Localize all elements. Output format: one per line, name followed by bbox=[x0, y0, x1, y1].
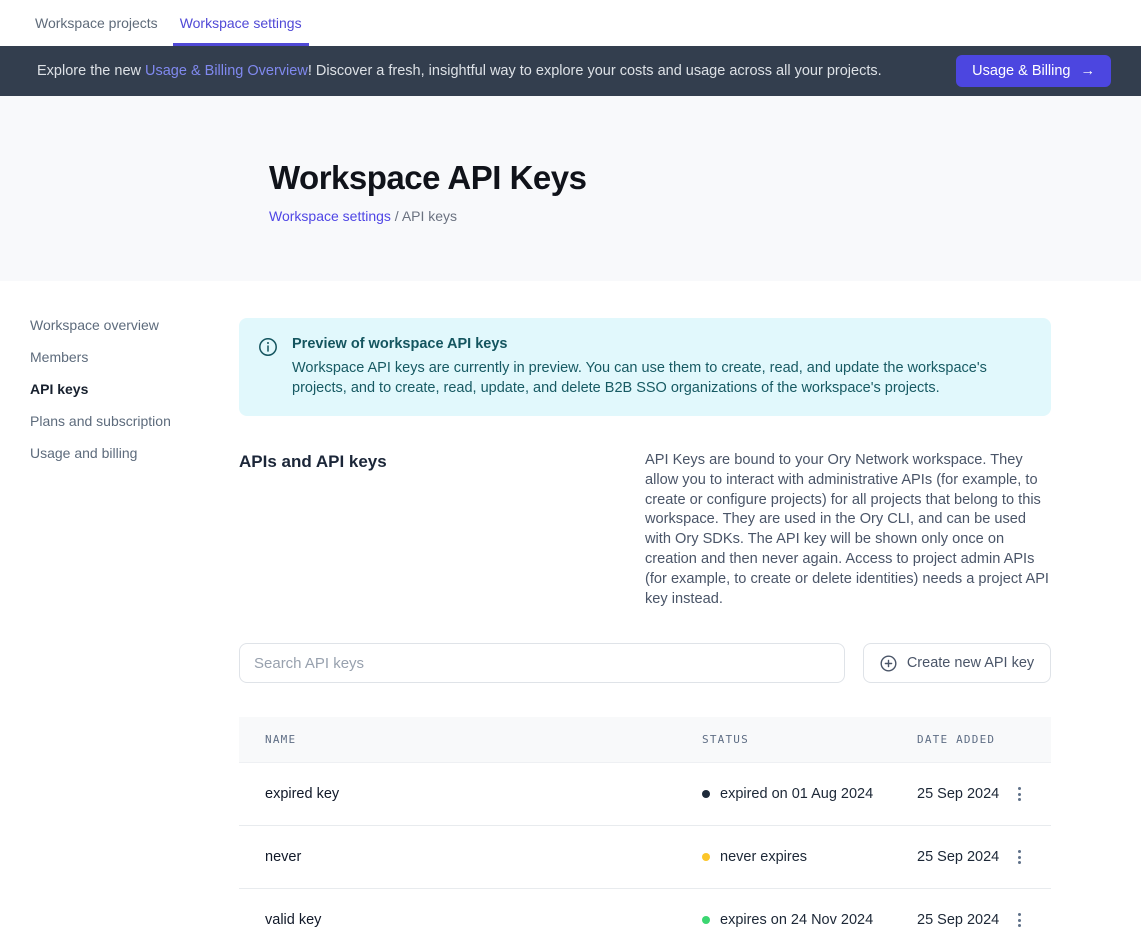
api-key-date-added: 25 Sep 2024 bbox=[917, 912, 1007, 928]
sidebar-item-workspace-overview[interactable]: Workspace overview bbox=[30, 318, 239, 332]
api-keys-table-body: expired key expired on 01 Aug 2024 25 Sep … bbox=[239, 763, 1051, 940]
preview-callout-body: Workspace API keys are currently in prev… bbox=[292, 358, 1027, 398]
section-description: API Keys are bound to your Ory Network w… bbox=[645, 451, 1051, 609]
announcement-banner: Explore the new Usage & Billing Overview… bbox=[0, 46, 1141, 96]
content-area: Workspace overview Members API keys Plans a… bbox=[0, 281, 1141, 940]
status-label: expired on 01 Aug 2024 bbox=[720, 786, 873, 802]
status-dot-icon bbox=[702, 853, 710, 861]
breadcrumb-separator: / bbox=[391, 208, 402, 224]
api-key-name: valid key bbox=[265, 912, 702, 928]
api-keys-toolbar: Create new API key bbox=[239, 643, 1051, 683]
breadcrumb-current: API keys bbox=[402, 208, 457, 224]
usage-billing-button-label: Usage & Billing bbox=[972, 63, 1070, 79]
arrow-right-icon: → bbox=[1081, 63, 1096, 79]
tab-workspace-projects[interactable]: Workspace projects bbox=[28, 2, 165, 46]
api-key-date-added: 25 Sep 2024 bbox=[917, 786, 1007, 802]
sidebar-item-api-keys[interactable]: API keys bbox=[30, 382, 239, 396]
breadcrumb-workspace-settings-link[interactable]: Workspace settings bbox=[269, 208, 391, 224]
api-key-status: expired on 01 Aug 2024 bbox=[702, 786, 917, 802]
api-keys-table-header: NAMESTATUSDATE ADDED bbox=[239, 717, 1051, 763]
page-title: Workspace API Keys bbox=[269, 159, 1141, 197]
table-row: valid key expires on 24 Nov 2024 25 Sep 20… bbox=[239, 889, 1051, 940]
api-keys-section: APIs and API keys API Keys are bound to … bbox=[239, 451, 1051, 609]
api-key-name: expired key bbox=[265, 786, 702, 802]
sidebar-item-plans-and-subscription[interactable]: Plans and subscription bbox=[30, 414, 239, 428]
settings-sidebar: Workspace overview Members API keys Plans a… bbox=[0, 318, 239, 940]
info-icon bbox=[258, 337, 278, 398]
table-row: never never expires 25 Sep 2024 bbox=[239, 826, 1051, 889]
api-key-date-added: 25 Sep 2024 bbox=[917, 849, 1007, 865]
api-key-status: expires on 24 Nov 2024 bbox=[702, 912, 917, 928]
column-header-status: STATUS bbox=[702, 733, 917, 746]
api-key-status: never expires bbox=[702, 849, 917, 865]
status-label: expires on 24 Nov 2024 bbox=[720, 912, 873, 928]
table-row: expired key expired on 01 Aug 2024 25 Sep … bbox=[239, 763, 1051, 826]
page-header: Workspace API Keys Workspace settings / … bbox=[0, 96, 1141, 281]
banner-usage-billing-link[interactable]: Usage & Billing Overview bbox=[145, 63, 308, 79]
row-actions-menu-icon[interactable] bbox=[1007, 779, 1031, 809]
column-header-name: NAME bbox=[265, 733, 702, 746]
sidebar-item-members[interactable]: Members bbox=[30, 350, 239, 364]
banner-message: Explore the new Usage & Billing Overview… bbox=[37, 63, 956, 79]
create-api-key-button-label: Create new API key bbox=[907, 655, 1034, 671]
search-input[interactable] bbox=[239, 643, 845, 683]
row-actions-menu-icon[interactable] bbox=[1007, 842, 1031, 872]
section-heading: APIs and API keys bbox=[239, 451, 645, 609]
sidebar-item-usage-and-billing[interactable]: Usage and billing bbox=[30, 446, 239, 460]
api-keys-table: NAMESTATUSDATE ADDED expired keyexpired … bbox=[239, 717, 1051, 940]
plus-circle-icon bbox=[880, 655, 897, 672]
main-panel: Preview of workspace API keys Workspace … bbox=[239, 318, 1081, 940]
row-actions-menu-icon[interactable] bbox=[1007, 905, 1031, 935]
status-dot-icon bbox=[702, 916, 710, 924]
banner-text-after: ! Discover a fresh, insightful way to ex… bbox=[308, 63, 882, 79]
status-dot-icon bbox=[702, 790, 710, 798]
preview-callout: Preview of workspace API keys Workspace … bbox=[239, 318, 1051, 416]
column-header-date-added: DATE ADDED bbox=[917, 733, 1007, 746]
preview-callout-title: Preview of workspace API keys bbox=[292, 336, 1027, 352]
preview-callout-content: Preview of workspace API keys Workspace … bbox=[292, 336, 1027, 398]
banner-text-before: Explore the new bbox=[37, 63, 145, 79]
create-api-key-button[interactable]: Create new API key bbox=[863, 643, 1051, 683]
usage-billing-button[interactable]: Usage & Billing → bbox=[956, 55, 1111, 87]
api-key-name: never bbox=[265, 849, 702, 865]
breadcrumb: Workspace settings / API keys bbox=[269, 208, 1141, 224]
top-navigation: Workspace projectsWorkspace settings bbox=[0, 0, 1141, 46]
tab-workspace-settings[interactable]: Workspace settings bbox=[173, 2, 309, 46]
status-label: never expires bbox=[720, 849, 807, 865]
